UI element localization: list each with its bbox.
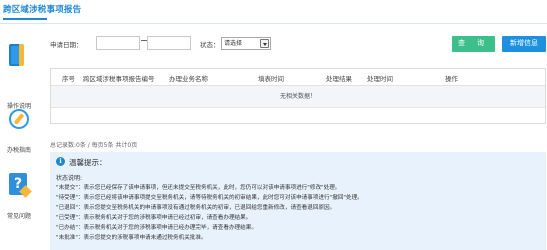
column-header-fill-time: 填表时间 xyxy=(258,75,284,83)
sidebar-item-guide[interactable]: 办税指南 xyxy=(0,109,38,154)
status-legend-line: "未提交"：表示您已经保存了该申请事项，但还未提交至税务机关，此时，您仍可以对该… xyxy=(56,185,341,191)
date-to-input[interactable] xyxy=(147,36,191,50)
sidebar-item-label: 办税指南 xyxy=(6,147,31,154)
status-legend-line: "已办结"：表示税务机关对于您的涉税事项申请已经办理完毕，请查看办理结果。 xyxy=(56,225,257,231)
date-from-input[interactable] xyxy=(96,36,140,50)
column-header-business-name: 办理业务名称 xyxy=(169,75,208,83)
column-header-report-number: 跨区域涉税事项报告编号 xyxy=(83,75,155,83)
query-button[interactable]: 查 询 xyxy=(452,36,495,52)
column-header-process-time: 处理时间 xyxy=(367,75,393,83)
tips-panel: i 温馨提示： 状态说明: "未提交"：表示您已经保存了该申请事项，但还未提交至… xyxy=(50,152,546,250)
status-legend-line: "已受理"：表示税务机关对于您的涉税事项申请已经过初审，请查看办理结果。 xyxy=(56,215,252,221)
sidebar: 操作说明 办税指南 ? 常见问题 xyxy=(0,25,38,250)
date-label: 申请日期： xyxy=(50,41,83,49)
info-icon: i xyxy=(56,157,65,166)
status-label: 状态： xyxy=(200,41,220,49)
sidebar-item-faq[interactable]: ? 常见问题 xyxy=(0,173,38,223)
question-icon: ? xyxy=(9,173,27,195)
manual-book-icon xyxy=(9,44,24,66)
pagination-info: 总记录数:0条 / 每页5条 共计0页 xyxy=(50,142,138,149)
status-legend-line: "待受理"：表示您已经将该申请事项提交至税务机关，请等待税务机关的初审结果，此时… xyxy=(56,195,363,201)
add-info-button[interactable]: 新增信息 xyxy=(502,36,546,52)
page-title[interactable]: 跨区域涉税事项报告 xyxy=(3,3,81,15)
table-header: 序号 跨区域涉税事项报告编号 办理业务名称 填表时间 处理结果 处理时间 操作 xyxy=(51,69,545,86)
column-header-actions: 操作 xyxy=(445,75,458,83)
status-select[interactable]: 请选择 xyxy=(221,37,271,50)
status-legend-line: "未批准"：表示您提交的涉税事项申请未通过税务机关批准。 xyxy=(56,235,207,241)
column-header-result: 处理结果 xyxy=(326,75,352,83)
status-legend-line: "已退回"：表示您提交至税务机关的申请事项没有通过税务机关的初审，已退回给您重新… xyxy=(56,205,336,211)
tips-title: 温馨提示： xyxy=(69,158,107,167)
column-header-index: 序号 xyxy=(62,75,75,83)
status-selected-value: 请选择 xyxy=(224,40,243,47)
top-bar: 跨区域涉税事项报告 xyxy=(0,0,547,24)
chevron-down-icon xyxy=(260,39,269,48)
results-table: 序号 跨区域涉税事项报告编号 办理业务名称 填表时间 处理结果 处理时间 操作 … xyxy=(50,68,546,124)
status-legend-title: 状态说明: xyxy=(56,175,83,182)
filter-row: 申请日期： 状态： 请选择 查 询 新增信息 xyxy=(50,36,547,52)
empty-state-message: 无相关数据！ xyxy=(51,86,545,108)
active-tab-underline xyxy=(3,18,47,20)
sidebar-item-label: 常见问题 xyxy=(6,213,31,220)
sidebar-item-manual[interactable]: 操作说明 xyxy=(0,44,38,110)
compass-icon xyxy=(9,109,29,129)
